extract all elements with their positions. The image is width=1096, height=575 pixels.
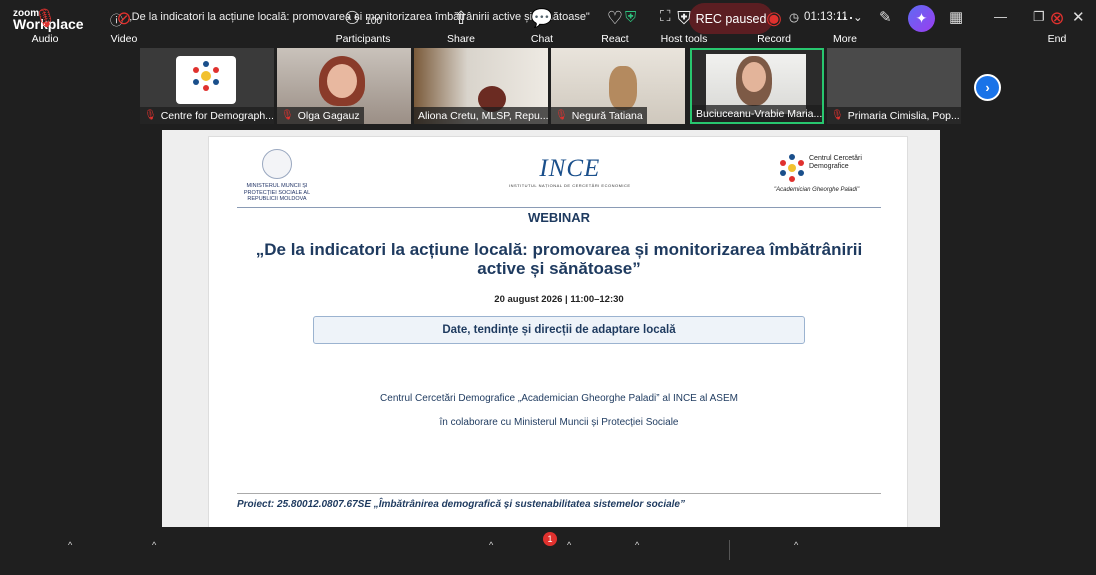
chat-unread-badge: 1 — [543, 532, 557, 546]
record-caret-icon[interactable]: ^ — [794, 540, 798, 550]
theme-box: Date, tendințe și direcții de adaptare l… — [313, 316, 805, 344]
close-icon[interactable]: ✕ — [1072, 8, 1085, 26]
next-participants-button[interactable]: › — [974, 74, 1001, 101]
participant-name: 🎙 Negură Tatiana — [551, 107, 647, 124]
mic-muted-icon: 🎙 — [33, 8, 57, 28]
badge-count: 1 — [547, 534, 553, 544]
ccd-logo: Centrul Cercetări Demografice "Academici… — [769, 151, 869, 195]
person-video — [609, 66, 637, 110]
ccd-sub: "Academician Gheorghe Paladi" — [774, 187, 860, 193]
toolbar-divider — [729, 540, 730, 560]
chat-label: Chat — [530, 33, 554, 45]
name-text: Olga Gagauz — [297, 109, 360, 122]
ministry-logo: MINISTERUL MUNCII ȘI PROTECȚIEI SOCIALE … — [239, 149, 315, 203]
chat-icon: 💬 — [530, 8, 554, 28]
mic-off-icon: 🎙 — [555, 110, 568, 121]
ccd-avatar — [176, 56, 236, 104]
react-button[interactable]: ♡ React — [600, 6, 630, 45]
name-text: Centre for Demograph... — [160, 109, 274, 122]
footer-divider — [237, 493, 881, 494]
annotate-icon[interactable]: ✎ — [879, 8, 892, 26]
coat-of-arms-icon — [262, 149, 292, 179]
participant-tile[interactable]: 🎙 Olga Gagauz — [277, 48, 411, 124]
slide-title: „De la indicatori la acțiune locală: pro… — [255, 240, 863, 278]
end-icon: ⊗ — [1049, 8, 1065, 28]
share-label: Share — [446, 33, 476, 45]
mic-off-icon: 🎙 — [144, 110, 157, 121]
mic-off-icon: 🎙 — [831, 110, 844, 121]
participants-button[interactable]: ⚇ 100 Participants — [333, 6, 393, 45]
shield-icon: ⛨ — [677, 8, 691, 28]
name-text: Aliona Cretu, MLSP, Repu... — [418, 109, 548, 122]
audio-button[interactable]: 🎙 Audio — [28, 6, 62, 45]
ince-sub: INSTITUTUL NAȚIONAL DE CERCETĂRI ECONOMI… — [509, 183, 631, 188]
minimize-icon[interactable]: — — [994, 9, 1007, 24]
name-text: Negură Tatiana — [571, 109, 643, 122]
participant-tile[interactable]: 🎙 Centre for Demograph... — [140, 48, 274, 124]
more-button[interactable]: ⋯ More — [830, 6, 860, 45]
host-tools-button[interactable]: ⛨ Host tools — [658, 6, 710, 45]
project-text: Proiect: 25.80012.0807.67SE „Îmbătrânire… — [237, 499, 685, 510]
chat-caret-icon[interactable]: ^ — [567, 540, 571, 550]
ai-companion-icon[interactable]: ✦ — [908, 5, 935, 32]
shared-screen: MINISTERUL MUNCII ȘI PROTECȚIEI SOCIALE … — [162, 130, 940, 534]
participant-name: 🎙 Olga Gagauz — [277, 107, 364, 124]
share-button[interactable]: ⇧ Share — [445, 6, 477, 45]
webinar-label: WEBINAR — [527, 210, 591, 225]
participant-name: Buciuceanu-Vrabie Maria... — [692, 105, 822, 122]
audio-label: Audio — [31, 33, 59, 45]
react-label: React — [601, 33, 629, 45]
apps-icon[interactable]: ▦ — [949, 8, 963, 26]
participant-name: 🎙 Primaria Cimislia, Pop... — [827, 107, 961, 124]
participant-name: 🎙 Centre for Demograph... — [140, 107, 274, 124]
share-caret-icon[interactable]: ^ — [489, 540, 493, 550]
record-icon: ◉ — [766, 8, 782, 28]
participants-count: 100 — [365, 16, 382, 27]
video-caret-icon[interactable]: ^ — [152, 540, 156, 550]
participants-icon: ⚇ 100 — [344, 8, 382, 28]
chevron-right-icon: › — [985, 80, 990, 95]
participant-tile[interactable]: 🎙 Primaria Cimislia, Pop... — [827, 48, 961, 124]
participant-name: Aliona Cretu, MLSP, Repu... — [414, 107, 548, 124]
participant-tile[interactable]: Aliona Cretu, MLSP, Repu... — [414, 48, 548, 124]
ministry-name: MINISTERUL MUNCII ȘI PROTECȚIEI SOCIALE … — [243, 183, 311, 202]
ince-logo-text: INCE — [539, 155, 601, 182]
slide-page: MINISTERUL MUNCII ȘI PROTECȚIEI SOCIALE … — [208, 136, 908, 530]
face — [742, 62, 766, 92]
participants-label: Participants — [335, 33, 391, 45]
more-icon: ⋯ — [836, 8, 854, 28]
record-button[interactable]: ◉ Record — [756, 6, 792, 45]
theme-text: Date, tendințe și direcții de adaptare l… — [442, 324, 676, 336]
name-text: Buciuceanu-Vrabie Maria... — [696, 107, 822, 120]
event-date: 20 august 2026 | 11:00–12:30 — [494, 294, 624, 305]
video-label: Video — [110, 33, 138, 45]
mic-off-icon: 🎙 — [281, 110, 294, 121]
chat-button[interactable]: 💬 Chat — [528, 6, 556, 45]
organizer-line: Centrul Cercetări Demografice „Academici… — [380, 393, 738, 404]
react-caret-icon[interactable]: ^ — [635, 540, 639, 550]
share-screen-icon: ⇧ — [453, 8, 469, 28]
face — [327, 64, 357, 98]
ince-logo: INCE INSTITUTUL NAȚIONAL DE CERCETĂRI ECO… — [509, 155, 631, 188]
participant-tile[interactable]: 🎙 Negură Tatiana — [551, 48, 685, 124]
end-button[interactable]: ⊗ End — [1044, 6, 1070, 45]
name-text: Primaria Cimislia, Pop... — [847, 109, 960, 122]
partner-line: în colaborare cu Ministerul Muncii și Pr… — [439, 417, 679, 428]
video-button[interactable]: ⊘ Video — [106, 6, 142, 45]
record-label: Record — [757, 33, 791, 45]
restore-icon[interactable]: ❐ — [1033, 9, 1045, 25]
heart-icon: ♡ — [606, 8, 624, 28]
end-label: End — [1047, 33, 1067, 45]
audio-caret-icon[interactable]: ^ — [68, 540, 72, 550]
participant-tile-active[interactable]: Buciuceanu-Vrabie Maria... — [690, 48, 824, 124]
video-off-icon: ⊘ — [116, 8, 132, 28]
ccd-name: Centrul Cercetări Demografice — [809, 155, 862, 170]
header-divider — [237, 207, 881, 208]
more-label: More — [833, 33, 857, 45]
host-tools-label: Host tools — [660, 33, 708, 45]
